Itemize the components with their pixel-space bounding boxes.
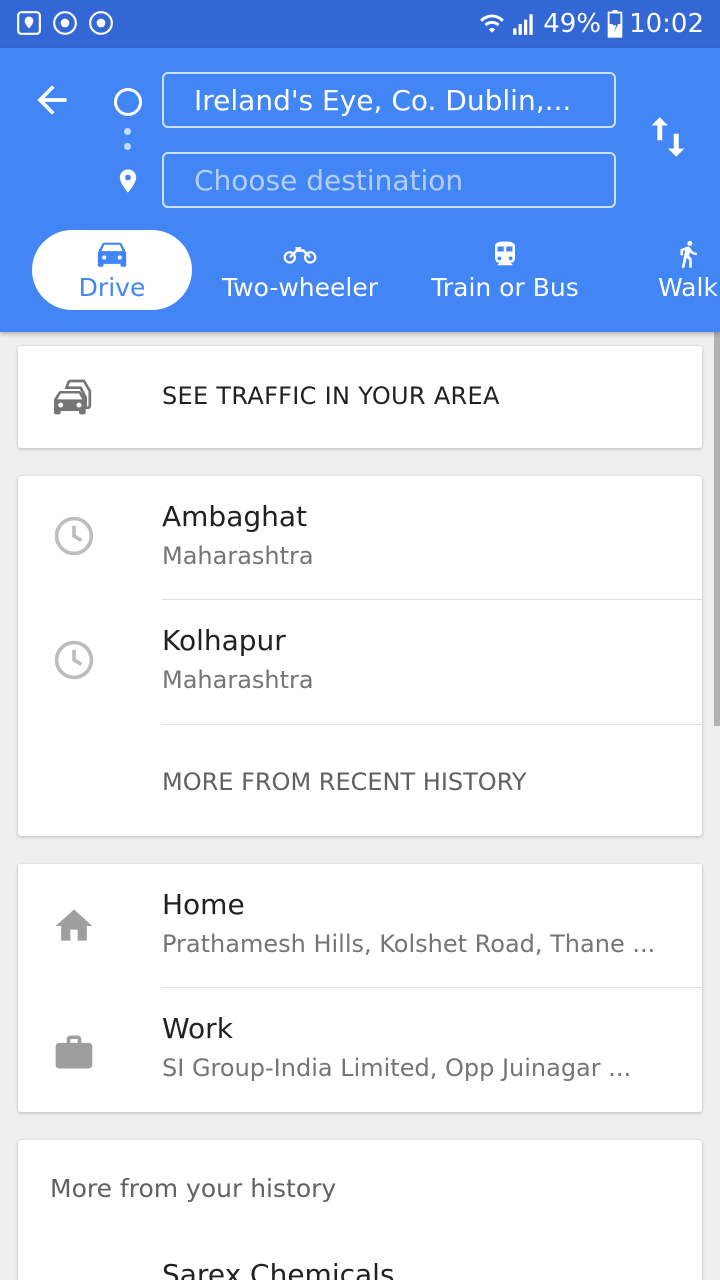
destination-field[interactable]: Choose destination (162, 152, 616, 208)
directions-header: Ireland's Eye, Co. Dublin,... Choose des… (0, 48, 720, 332)
chrome-notification-icon (89, 11, 113, 35)
traffic-card[interactable]: SEE TRAFFIC IN YOUR AREA (18, 346, 702, 448)
destination-placeholder: Choose destination (194, 163, 464, 197)
home-row[interactable]: Home Prathamesh Hills, Kolshet Road, Tha… (18, 864, 702, 988)
signal-icon (513, 14, 533, 35)
work-address: SI Group-India Limited, Opp Juinagar ... (162, 1054, 632, 1082)
motorcycle-icon (283, 246, 317, 264)
mode-drive[interactable]: Drive (32, 230, 192, 310)
notification-icons (16, 10, 114, 36)
destination-pin-icon (119, 169, 137, 193)
mode-two-wheeler-label: Two-wheeler (221, 272, 379, 302)
mode-two-wheeler[interactable]: Two-wheeler (216, 230, 384, 310)
walk-icon (680, 240, 697, 268)
mode-drive-label: Drive (78, 272, 146, 302)
saved-places-card: Home Prathamesh Hills, Kolshet Road, Tha… (18, 864, 702, 1112)
origin-field[interactable]: Ireland's Eye, Co. Dublin,... (162, 72, 616, 128)
work-row[interactable]: Work SI Group-India Limited, Opp Juinaga… (18, 988, 702, 1112)
clock-icon (54, 640, 94, 680)
home-address: Prathamesh Hills, Kolshet Road, Thane ..… (162, 930, 656, 958)
clock-time: 10:02 (629, 9, 704, 39)
history-header: More from your history (50, 1174, 337, 1203)
clock-icon (54, 516, 94, 556)
mode-walk-label: Walk (658, 272, 718, 302)
train-icon (495, 241, 515, 265)
status-bar: 49% 10:02 (0, 0, 720, 48)
recent-item[interactable]: Ambaghat Maharashtra (18, 476, 702, 600)
mode-train-bus[interactable]: Train or Bus (420, 230, 590, 310)
divider (162, 724, 702, 725)
swap-icon[interactable] (648, 114, 688, 160)
traffic-icon (54, 379, 92, 415)
recent-item-title: Kolhapur (162, 624, 286, 657)
car-icon (97, 242, 127, 267)
mode-walk[interactable]: Walk (650, 230, 720, 310)
system-status: 49% 10:02 (479, 8, 704, 40)
battery-percent: 49% (543, 9, 602, 39)
traffic-label: SEE TRAFFIC IN YOUR AREA (162, 382, 500, 410)
history-item-title[interactable]: Sarex Chemicals (162, 1258, 395, 1280)
work-title: Work (162, 1012, 233, 1045)
recent-item-subtitle: Maharashtra (162, 666, 314, 694)
recent-item[interactable]: Kolhapur Maharashtra (18, 600, 702, 724)
wifi-icon (480, 14, 505, 33)
briefcase-icon (55, 1035, 93, 1069)
travel-modes: Drive Two-wheeler Train or Bus Walk (0, 230, 720, 310)
recent-history-card: Ambaghat Maharashtra Kolhapur Maharashtr… (18, 476, 702, 836)
maps-notification-icon (17, 11, 41, 35)
chrome-notification-icon (53, 11, 77, 35)
home-title: Home (162, 888, 245, 921)
recent-item-title: Ambaghat (162, 500, 308, 533)
recent-item-subtitle: Maharashtra (162, 542, 314, 570)
history-card: More from your history Sarex Chemicals (18, 1140, 702, 1280)
mode-train-bus-label: Train or Bus (431, 272, 579, 302)
home-icon (55, 909, 93, 941)
route-dots-icon (124, 128, 132, 158)
more-recent-history-link[interactable]: MORE FROM RECENT HISTORY (162, 768, 527, 796)
scrollbar[interactable] (714, 332, 720, 726)
battery-icon (607, 10, 623, 38)
back-arrow-icon[interactable] (30, 78, 74, 122)
origin-value: Ireland's Eye, Co. Dublin,... (194, 83, 572, 117)
origin-circle-icon (114, 88, 142, 116)
